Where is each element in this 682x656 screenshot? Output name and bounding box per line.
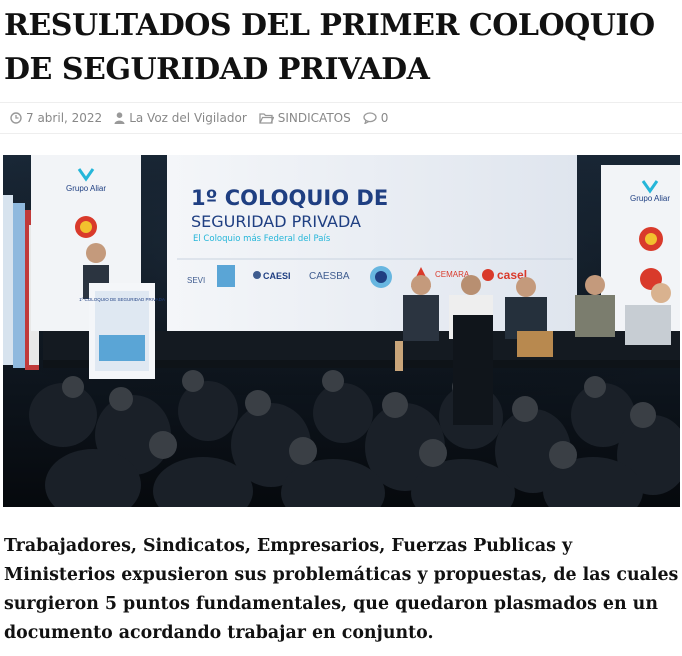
folder-icon	[259, 113, 274, 124]
post-date[interactable]: 7 abril, 2022	[10, 111, 102, 125]
post-comments[interactable]: 0	[363, 111, 389, 125]
screen-subheading: El Coloquio más Federal del País	[193, 234, 331, 244]
comment-icon	[363, 112, 377, 124]
featured-image: Grupo Aliar 1º COLOQUIO DE SEGURIDAD PRI…	[3, 155, 680, 507]
side-banner-left-text: Grupo Aliar	[66, 184, 106, 193]
post-category[interactable]: SINDICATOS	[259, 111, 351, 125]
sponsor-caesi: CAESI	[263, 271, 291, 281]
post-meta: 7 abril, 2022 La Voz del Vigilador SINDI…	[0, 102, 682, 134]
podium-text: 1º COLOQUIO DE SEGURIDAD PRIVADA	[79, 297, 165, 302]
post-comments-count[interactable]: 0	[381, 111, 389, 125]
clock-icon	[10, 112, 22, 124]
post-date-text[interactable]: 7 abril, 2022	[26, 111, 102, 125]
post-author-text[interactable]: La Voz del Vigilador	[129, 111, 247, 125]
post-category-text[interactable]: SINDICATOS	[278, 111, 351, 125]
user-icon	[114, 112, 125, 124]
sponsor-caesba: CAESBA	[309, 271, 350, 282]
sponsor-sevi: SEVI	[187, 276, 205, 285]
screen-heading-line2: SEGURIDAD PRIVADA	[191, 212, 361, 231]
side-banner-right-text: Grupo Aliar	[630, 194, 670, 203]
event-photo: Grupo Aliar 1º COLOQUIO DE SEGURIDAD PRI…	[3, 155, 680, 507]
screen-heading-line1: 1º COLOQUIO DE	[191, 186, 388, 210]
post-author[interactable]: La Voz del Vigilador	[114, 111, 247, 125]
article-title: RESULTADOS DEL PRIMER COLOQUIO DE SEGURI…	[4, 8, 655, 87]
article-lead: Trabajadores, Sindicatos, Empresarios, F…	[4, 536, 679, 643]
